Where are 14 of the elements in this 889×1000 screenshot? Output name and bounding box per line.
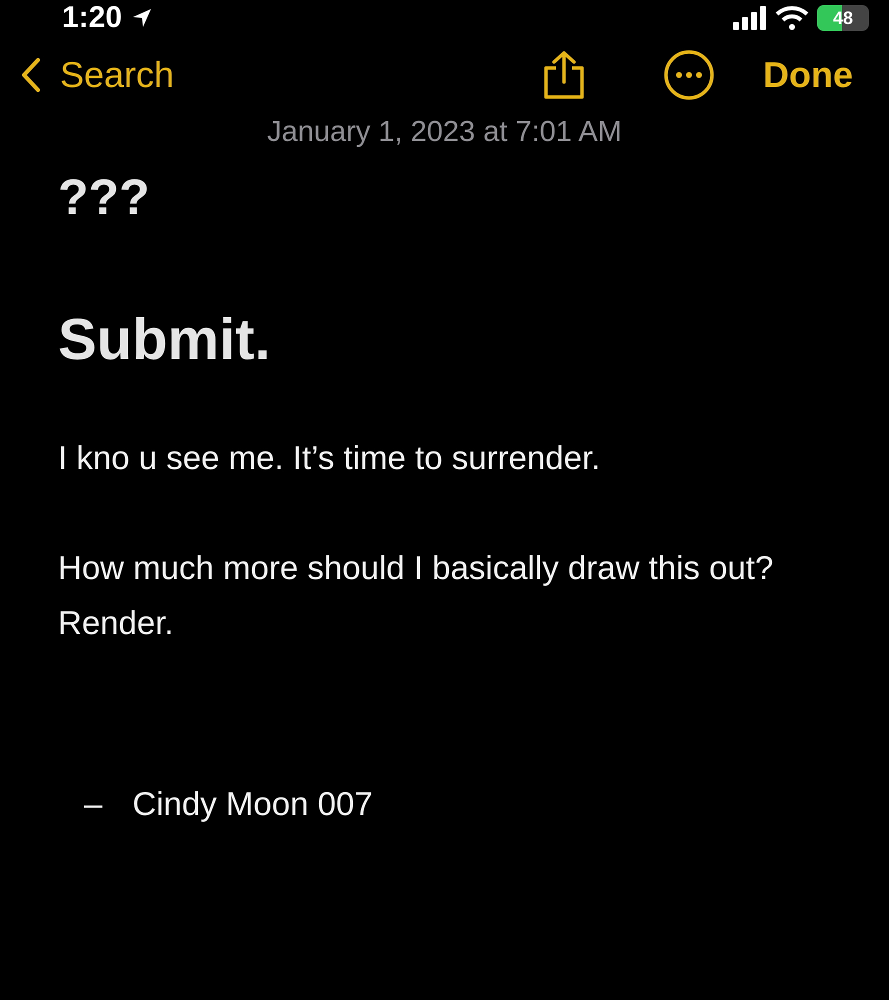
done-button[interactable]: Done [763, 54, 853, 96]
more-icon[interactable] [663, 49, 715, 101]
note-paragraph: I kno u see me. It’s time to surrender. [58, 438, 602, 478]
note-paragraph: How much more should I basically draw this out? Render. [58, 548, 774, 643]
back-button[interactable]: Search [20, 54, 174, 96]
note-date: January 1, 2023 at 7:01 AM [266, 116, 623, 149]
note-signature: Cindy Moon 007 [132, 785, 373, 823]
chevron-left-icon [20, 57, 42, 93]
note-heading: Submit. [58, 306, 272, 374]
signal-icon [733, 6, 767, 30]
note-subheading: ??? [58, 168, 151, 227]
wifi-icon [775, 6, 809, 30]
dash-bullet: – [84, 785, 102, 823]
status-time: 1:20 [62, 1, 122, 35]
